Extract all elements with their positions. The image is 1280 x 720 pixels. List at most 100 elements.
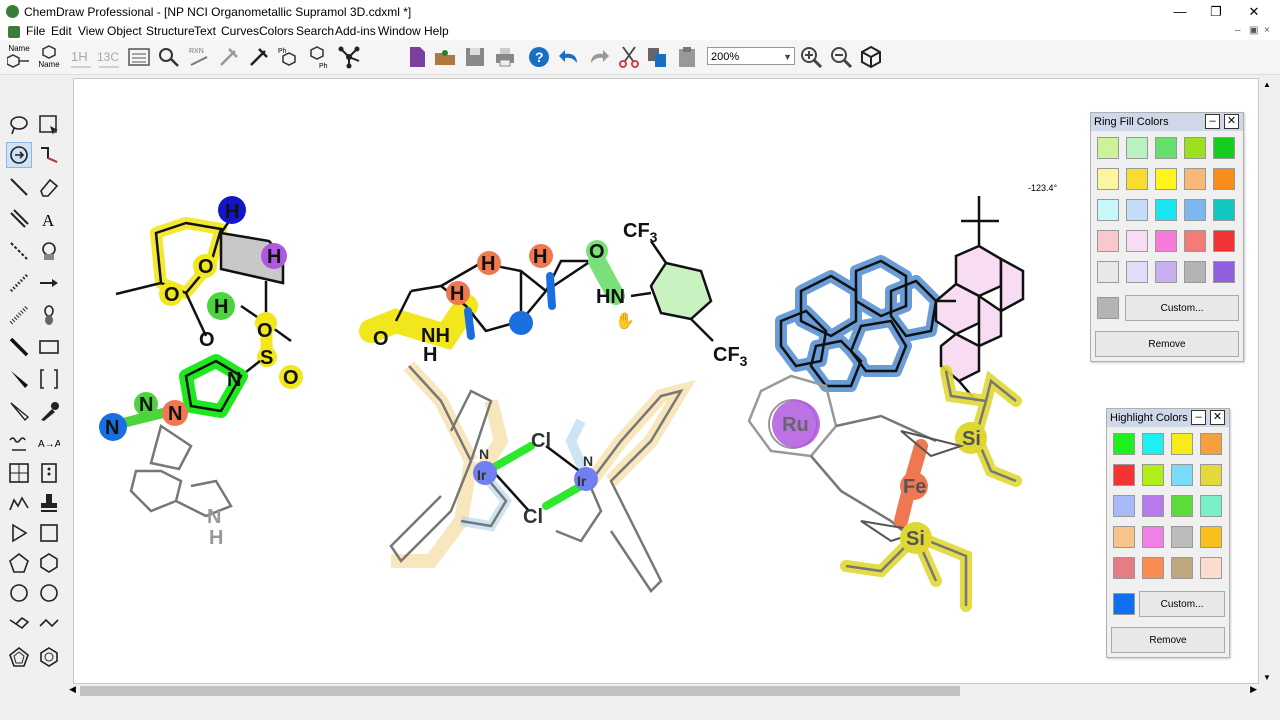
- structure-to-name-button[interactable]: Name: [36, 44, 62, 70]
- bond-tool[interactable]: [6, 174, 32, 200]
- color-swatch[interactable]: [1213, 168, 1235, 190]
- color-swatch[interactable]: [1142, 433, 1164, 455]
- color-swatch[interactable]: [1171, 557, 1193, 579]
- color-swatch[interactable]: [1126, 199, 1148, 221]
- highlight-remove-button[interactable]: Remove: [1111, 627, 1225, 653]
- color-swatch[interactable]: [1171, 433, 1193, 455]
- reaction-interpreter-button[interactable]: [156, 44, 182, 70]
- highlight-custom-button[interactable]: Custom...: [1139, 591, 1225, 617]
- color-swatch[interactable]: [1155, 230, 1177, 252]
- color-swatch[interactable]: [1200, 433, 1222, 455]
- color-swatch[interactable]: [1126, 230, 1148, 252]
- hollow-wedge-tool[interactable]: [6, 398, 32, 424]
- lasso-tool[interactable]: [6, 112, 32, 138]
- square-ring-tool[interactable]: [36, 520, 62, 546]
- ring-fill-custom-button[interactable]: Custom...: [1125, 295, 1239, 321]
- template-tool[interactable]: [36, 238, 62, 264]
- horizontal-scroll-thumb[interactable]: [80, 686, 960, 696]
- maximize-button[interactable]: ❐: [1198, 2, 1234, 22]
- scroll-right-icon[interactable]: ▶: [1250, 684, 1257, 695]
- color-swatch[interactable]: [1113, 526, 1135, 548]
- color-swatch[interactable]: [1142, 464, 1164, 486]
- color-swatch[interactable]: [1213, 137, 1235, 159]
- chain-tool[interactable]: [36, 142, 62, 168]
- ring-fill-minimize-button[interactable]: –: [1205, 114, 1220, 129]
- stamp-tool[interactable]: [36, 490, 62, 516]
- color-swatch[interactable]: [1184, 168, 1206, 190]
- clean-structure-button[interactable]: [246, 44, 272, 70]
- ring-fill-remove-button[interactable]: Remove: [1095, 331, 1239, 357]
- save-button[interactable]: [462, 44, 488, 70]
- zoom-in-button[interactable]: [798, 44, 824, 70]
- pentagon-ring-tool[interactable]: [6, 550, 32, 576]
- color-swatch[interactable]: [1097, 230, 1119, 252]
- molecule-steroid-amide[interactable]: O NH H H H H O HN CF3 CF3 ✋: [359, 220, 748, 369]
- triangle-tool[interactable]: [6, 520, 32, 546]
- benzene-tool[interactable]: [36, 644, 62, 670]
- menu-edit[interactable]: Edit: [51, 24, 72, 38]
- 3d-rotate-tool[interactable]: [6, 142, 32, 168]
- menu-curves[interactable]: Curves: [221, 24, 259, 38]
- minimize-button[interactable]: —: [1162, 2, 1198, 22]
- color-swatch[interactable]: [1171, 526, 1193, 548]
- menu-addins[interactable]: Add-ins: [335, 24, 376, 38]
- menu-view[interactable]: View: [78, 24, 104, 38]
- menu-window[interactable]: Window: [378, 24, 421, 38]
- color-swatch[interactable]: [1097, 168, 1119, 190]
- text-tool[interactable]: A: [36, 206, 62, 232]
- name-to-structure-button[interactable]: Name: [6, 44, 32, 70]
- drawing-canvas[interactable]: .lbl{font-family:"Liberation Sans",sans-…: [73, 78, 1259, 684]
- color-swatch[interactable]: [1184, 199, 1206, 221]
- undo-button[interactable]: [556, 44, 582, 70]
- menu-help[interactable]: Help: [424, 24, 449, 38]
- color-swatch[interactable]: [1142, 495, 1164, 517]
- highlight-close-button[interactable]: ✕: [1210, 410, 1225, 425]
- predict-1h-nmr-button[interactable]: 1H: [68, 44, 94, 70]
- cyclopentadiene-tool[interactable]: [6, 644, 32, 670]
- color-swatch[interactable]: [1184, 230, 1206, 252]
- ph-expand-button[interactable]: Ph: [306, 44, 332, 70]
- molecule-helicene-pyrene[interactable]: -123.4°: [775, 183, 1058, 402]
- new-document-button[interactable]: [404, 44, 430, 70]
- color-swatch[interactable]: [1171, 464, 1193, 486]
- zoom-out-button[interactable]: [828, 44, 854, 70]
- color-swatch[interactable]: [1200, 464, 1222, 486]
- vertical-scrollbar[interactable]: ▲ ▼: [1259, 78, 1277, 684]
- color-swatch[interactable]: [1097, 261, 1119, 283]
- cycloheptane-tool[interactable]: [36, 580, 62, 606]
- zoom-select[interactable]: 200% ▼: [707, 47, 795, 65]
- color-swatch[interactable]: [1213, 261, 1235, 283]
- chemistry-drawing[interactable]: .lbl{font-family:"Liberation Sans",sans-…: [74, 79, 1259, 684]
- color-swatch[interactable]: [1155, 199, 1177, 221]
- color-swatch[interactable]: [1126, 261, 1148, 283]
- color-swatch[interactable]: [1113, 495, 1135, 517]
- arrow-tool[interactable]: [36, 270, 62, 296]
- scroll-left-icon[interactable]: ◀: [69, 684, 76, 695]
- menu-file[interactable]: File: [26, 24, 45, 38]
- color-swatch[interactable]: [1200, 557, 1222, 579]
- color-swatch[interactable]: [1113, 464, 1135, 486]
- color-swatch[interactable]: [1155, 137, 1177, 159]
- print-button[interactable]: [492, 44, 518, 70]
- clean-up-button[interactable]: [336, 44, 362, 70]
- cyclohexane-chair-tool[interactable]: [6, 580, 32, 606]
- marquee-tool[interactable]: [36, 112, 62, 138]
- color-swatch[interactable]: [1142, 557, 1164, 579]
- chair-tool-2[interactable]: [36, 610, 62, 636]
- clean-reaction-button[interactable]: [216, 44, 242, 70]
- color-swatch[interactable]: [1097, 137, 1119, 159]
- color-swatch[interactable]: [1113, 557, 1135, 579]
- ring-fill-close-button[interactable]: ✕: [1224, 114, 1239, 129]
- analysis-button[interactable]: [126, 44, 152, 70]
- copy-button[interactable]: [644, 44, 670, 70]
- menu-object[interactable]: Object: [107, 24, 142, 38]
- color-swatch[interactable]: [1142, 526, 1164, 548]
- pen-tool[interactable]: [36, 398, 62, 424]
- color-swatch[interactable]: [1213, 199, 1235, 221]
- tlc-tool[interactable]: [36, 460, 62, 486]
- molecule-ferrocene-ruthenium[interactable]: Ru Si Fe Si: [747, 365, 1022, 612]
- color-swatch[interactable]: [1184, 261, 1206, 283]
- mdi-minimize-button[interactable]: –: [1235, 25, 1241, 36]
- ph-lookup-button[interactable]: Ph: [276, 44, 302, 70]
- color-swatch[interactable]: [1126, 137, 1148, 159]
